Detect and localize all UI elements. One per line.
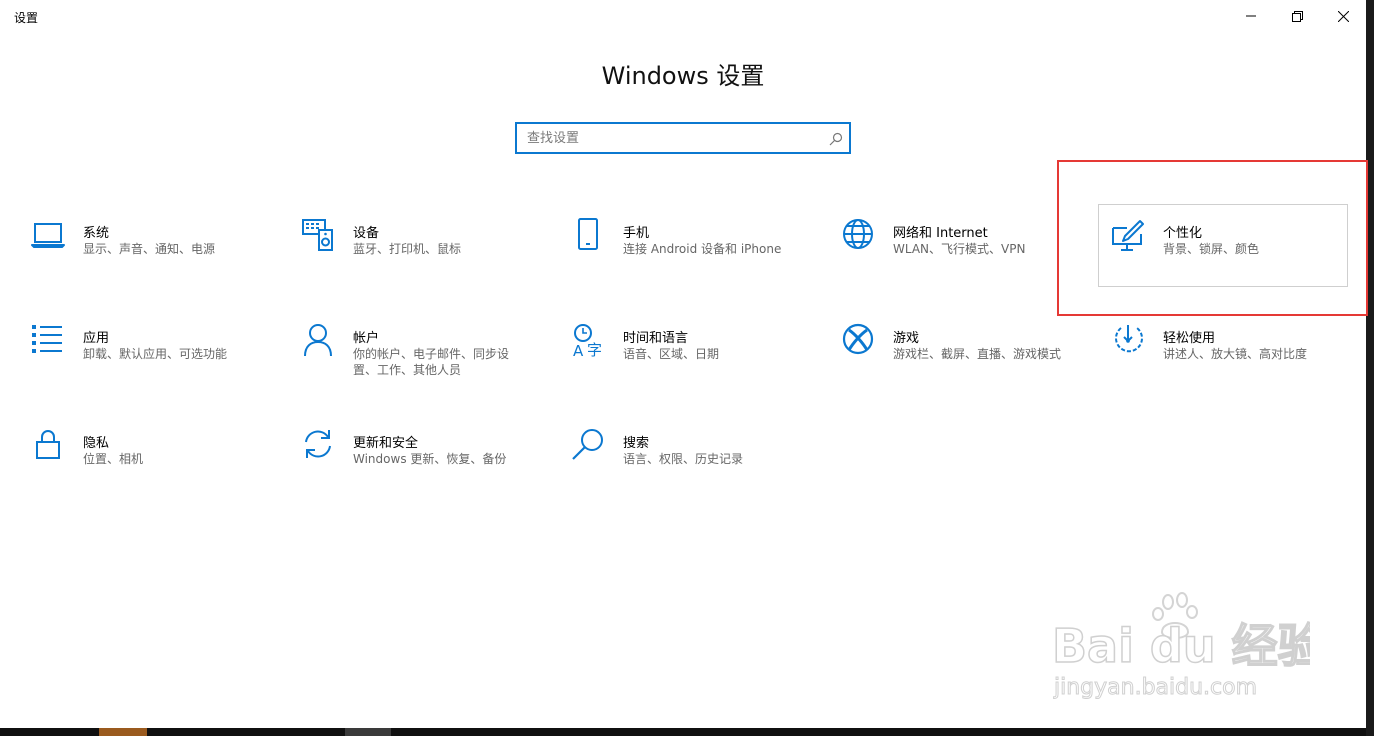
tile-desc: 位置、相机 — [83, 452, 144, 466]
minimize-button[interactable] — [1228, 0, 1274, 32]
lock-icon — [31, 428, 67, 464]
tile-network[interactable]: 网络和 Internet WLAN、飞行模式、VPN — [841, 218, 1091, 298]
tile-desc: 连接 Android 设备和 iPhone — [623, 242, 782, 256]
tile-title: 手机 — [623, 226, 650, 241]
tile-accounts[interactable]: 帐户 你的帐户、电子邮件、同步设置、工作、其他人员 — [301, 323, 551, 403]
tile-apps[interactable]: 应用 卸载、默认应用、可选功能 — [31, 323, 281, 403]
tile-title: 隐私 — [83, 436, 110, 451]
search-icon[interactable] — [829, 131, 843, 150]
tile-desc: 卸载、默认应用、可选功能 — [83, 347, 228, 361]
tile-title: 应用 — [83, 331, 110, 346]
tile-desc: 你的帐户、电子邮件、同步设置、工作、其他人员 — [353, 347, 510, 377]
tile-personalization[interactable]: 个性化 背景、锁屏、颜色 — [1111, 218, 1361, 298]
svg-text:Bai du 经验: Bai du 经验 — [1052, 619, 1310, 673]
laptop-icon — [31, 218, 67, 254]
tile-desc: 背景、锁屏、颜色 — [1163, 242, 1260, 256]
tile-desc: 讲述人、放大镜、高对比度 — [1163, 347, 1308, 361]
tile-title: 系统 — [83, 226, 110, 241]
tile-title: 设备 — [353, 226, 380, 241]
tile-system[interactable]: 系统 显示、声音、通知、电源 — [31, 218, 281, 298]
tile-title: 网络和 Internet — [893, 226, 988, 241]
tile-privacy[interactable]: 隐私 位置、相机 — [31, 428, 281, 508]
tile-desc: Windows 更新、恢复、备份 — [353, 452, 507, 466]
time-language-icon: A字 — [571, 323, 607, 360]
svg-text:A: A — [573, 342, 584, 359]
tile-title: 游戏 — [893, 331, 920, 346]
tile-desc: 蓝牙、打印机、鼠标 — [353, 242, 462, 256]
close-button[interactable] — [1320, 0, 1366, 32]
watermark-brand-text: Bai du 经验 — [1051, 618, 1310, 674]
search-box[interactable] — [515, 122, 851, 154]
taskbar — [0, 728, 1366, 736]
window-border — [1366, 0, 1374, 736]
tile-phone[interactable]: 手机 连接 Android 设备和 iPhone — [571, 218, 821, 298]
tile-gaming[interactable]: 游戏 游戏栏、截屏、直播、游戏模式 — [841, 323, 1091, 403]
search-input[interactable] — [517, 124, 817, 152]
taskbar-app-button[interactable] — [99, 728, 147, 736]
xbox-icon — [841, 323, 877, 359]
restore-button[interactable] — [1274, 0, 1320, 32]
tile-desc: 显示、声音、通知、电源 — [83, 242, 216, 256]
tile-desc: WLAN、飞行模式、VPN — [893, 242, 1026, 256]
watermark-url: jingyan.baidu.com — [1053, 675, 1257, 700]
tile-desc: 游戏栏、截屏、直播、游戏模式 — [893, 347, 1062, 361]
baidu-watermark: Bai du 经验 jingyan.baidu.com — [1050, 590, 1310, 700]
person-icon — [301, 323, 337, 359]
tile-title: 帐户 — [353, 331, 380, 346]
tile-title: 个性化 — [1163, 226, 1203, 241]
svg-text:字: 字 — [587, 341, 602, 359]
sync-icon — [301, 428, 337, 464]
phone-icon — [571, 218, 607, 254]
tile-title: 时间和语言 — [623, 331, 689, 346]
tile-search[interactable]: 搜索 语言、权限、历史记录 — [571, 428, 821, 508]
tile-title: 轻松使用 — [1163, 331, 1216, 346]
tile-ease-of-access[interactable]: 轻松使用 讲述人、放大镜、高对比度 — [1111, 323, 1361, 403]
minimize-icon — [1246, 11, 1256, 21]
tile-devices[interactable]: 设备 蓝牙、打印机、鼠标 — [301, 218, 551, 298]
restore-icon — [1291, 10, 1303, 22]
taskbar-app-button[interactable] — [345, 728, 391, 736]
globe-icon — [841, 218, 877, 254]
window-title: 设置 — [14, 11, 39, 25]
apps-icon — [31, 323, 67, 359]
ease-of-access-icon — [1111, 323, 1147, 359]
personalization-icon — [1111, 218, 1147, 254]
tile-title: 搜索 — [623, 436, 650, 451]
tile-time-language[interactable]: A字 时间和语言 语音、区域、日期 — [571, 323, 821, 403]
tile-desc: 语言、权限、历史记录 — [623, 452, 744, 466]
devices-icon — [301, 218, 337, 254]
close-icon — [1337, 10, 1349, 22]
tile-title: 更新和安全 — [353, 436, 419, 451]
tile-desc: 语音、区域、日期 — [623, 347, 720, 361]
title-bar: 设置 — [0, 0, 1366, 32]
search-icon — [571, 428, 607, 464]
tile-update-security[interactable]: 更新和安全 Windows 更新、恢复、备份 — [301, 428, 551, 508]
page-title: Windows 设置 — [601, 62, 765, 90]
